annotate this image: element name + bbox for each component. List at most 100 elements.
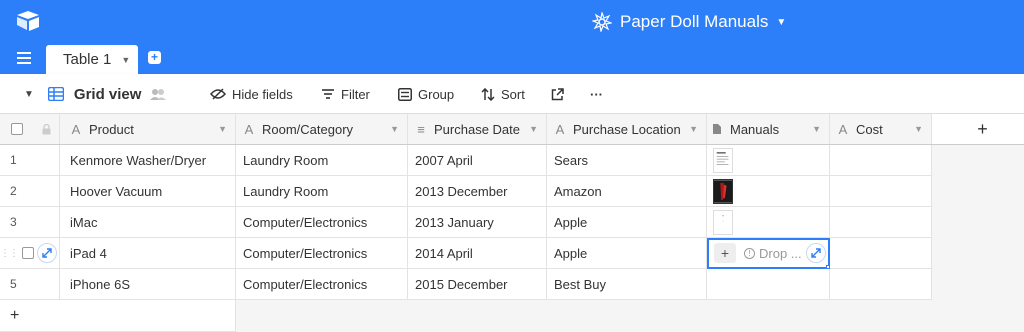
- cell-product[interactable]: Kenmore Washer/Dryer: [60, 145, 236, 176]
- cell-manuals[interactable]: [707, 207, 830, 238]
- long-text-field-icon: ≡: [417, 121, 425, 137]
- row-expand-cell[interactable]: [34, 207, 60, 238]
- cell-purchase-location[interactable]: Sears: [547, 145, 707, 176]
- expand-icon: [811, 248, 821, 258]
- tab-label: Table 1: [63, 51, 112, 68]
- row-number-cell[interactable]: 5: [0, 269, 34, 300]
- photo-thumbnail[interactable]: [713, 178, 733, 204]
- add-record-row[interactable]: +: [0, 300, 236, 332]
- column-header-manuals[interactable]: Manuals ▼: [707, 114, 830, 144]
- eye-slash-icon: [210, 88, 226, 100]
- column-header-room-category[interactable]: A Room/Category ▼: [236, 114, 408, 144]
- cell-manuals[interactable]: [707, 176, 830, 207]
- row-number: 3: [10, 215, 17, 229]
- chevron-down-icon[interactable]: ▼: [529, 124, 538, 134]
- airtable-logo-icon[interactable]: [16, 10, 40, 32]
- cell-room-category[interactable]: Computer/Electronics: [236, 269, 408, 300]
- cell-room-category[interactable]: Computer/Electronics: [236, 207, 408, 238]
- attachment-drop-zone[interactable]: + ! Drop ...: [711, 238, 829, 268]
- cell-purchase-date[interactable]: 2014 April: [408, 238, 547, 269]
- cell-purchase-date[interactable]: 2013 January: [408, 207, 547, 238]
- chevron-down-icon[interactable]: ▼: [121, 55, 130, 65]
- row-expand-cell[interactable]: [34, 269, 60, 300]
- drag-handle-icon[interactable]: ⋮⋮: [0, 248, 19, 259]
- row-number: 5: [10, 277, 17, 291]
- add-column-button[interactable]: +: [932, 114, 1024, 144]
- view-switcher-toggle[interactable]: ▼ Grid view: [24, 74, 173, 114]
- cell-purchase-date[interactable]: 2013 December: [408, 176, 547, 207]
- cell-product[interactable]: iPad 4: [60, 238, 236, 269]
- select-all-cell[interactable]: [0, 114, 34, 144]
- grid-view-icon: [47, 87, 64, 101]
- chevron-down-icon[interactable]: ▼: [218, 124, 227, 134]
- row-number: 2: [10, 184, 17, 198]
- cell-cost[interactable]: [830, 176, 932, 207]
- sort-label: Sort: [501, 86, 525, 102]
- cell-product[interactable]: iMac: [60, 207, 236, 238]
- triangle-down-icon: ▼: [24, 88, 34, 100]
- add-attachment-button[interactable]: +: [714, 243, 736, 263]
- row-expand-cell[interactable]: [34, 176, 60, 207]
- column-header-product[interactable]: A Product ▼: [60, 114, 236, 144]
- expand-record-button[interactable]: [36, 243, 57, 263]
- chevron-down-icon[interactable]: ▼: [812, 124, 821, 134]
- more-options-button[interactable]: ···: [590, 74, 603, 114]
- cell-purchase-location[interactable]: Amazon: [547, 176, 707, 207]
- cell-cost[interactable]: [830, 145, 932, 176]
- row-expand-cell[interactable]: [34, 145, 60, 176]
- row-expand-cell[interactable]: [34, 238, 60, 269]
- cell-room-category[interactable]: Laundry Room: [236, 145, 408, 176]
- sort-button[interactable]: Sort: [481, 74, 525, 114]
- add-record-button[interactable]: +: [0, 300, 236, 332]
- group-icon: [398, 87, 412, 101]
- collaborators-icon[interactable]: [149, 88, 167, 100]
- column-label: Purchase Date: [434, 121, 520, 137]
- select-all-checkbox[interactable]: [11, 123, 23, 135]
- row-number-cell[interactable]: 3: [0, 207, 34, 238]
- group-button[interactable]: Group: [398, 74, 454, 114]
- table-row[interactable]: 5 iPhone 6S Computer/Electronics 2015 De…: [0, 269, 932, 300]
- document-thumbnail[interactable]: [713, 147, 733, 173]
- cell-product[interactable]: Hoover Vacuum: [60, 176, 236, 207]
- row-number-cell[interactable]: 2: [0, 176, 34, 207]
- add-table-button[interactable]: +: [148, 51, 161, 64]
- table-row[interactable]: 1 Kenmore Washer/Dryer Laundry Room 2007…: [0, 145, 932, 176]
- base-title-button[interactable]: Paper Doll Manuals ▼: [592, 10, 786, 34]
- row-number-cell[interactable]: 1: [0, 145, 34, 176]
- menu-icon[interactable]: [17, 52, 31, 64]
- chevron-down-icon[interactable]: ▼: [390, 124, 399, 134]
- cell-cost[interactable]: [830, 238, 932, 269]
- filter-icon: [322, 89, 334, 99]
- chevron-down-icon[interactable]: ▼: [689, 124, 698, 134]
- cell-manuals[interactable]: [707, 145, 830, 176]
- cell-purchase-date[interactable]: 2007 April: [408, 145, 547, 176]
- table-row[interactable]: ⋮⋮ iPad 4 Computer/Electronics 2014 Apri…: [0, 238, 932, 269]
- cell-manuals-selected[interactable]: + ! Drop ...: [707, 238, 830, 269]
- cell-manuals[interactable]: [707, 269, 830, 300]
- blank-document-thumbnail[interactable]: [713, 209, 733, 235]
- column-header-purchase-date[interactable]: ≡ Purchase Date ▼: [408, 114, 547, 144]
- hide-fields-button[interactable]: Hide fields: [210, 74, 293, 114]
- cell-purchase-date[interactable]: 2015 December: [408, 269, 547, 300]
- row-checkbox[interactable]: [22, 247, 34, 259]
- table-row[interactable]: 2 Hoover Vacuum Laundry Room 2013 Decemb…: [0, 176, 932, 207]
- expand-cell-button[interactable]: [806, 243, 826, 263]
- group-label: Group: [418, 86, 455, 102]
- row-select-cell[interactable]: ⋮⋮: [0, 238, 34, 269]
- cell-purchase-location[interactable]: Apple: [547, 238, 707, 269]
- chevron-down-icon[interactable]: ▼: [914, 124, 923, 134]
- column-header-purchase-location[interactable]: A Purchase Location ▼: [547, 114, 707, 144]
- cell-cost[interactable]: [830, 269, 932, 300]
- column-header-cost[interactable]: A Cost ▼: [830, 114, 932, 144]
- cell-purchase-location[interactable]: Apple: [547, 207, 707, 238]
- filter-button[interactable]: Filter: [321, 74, 370, 114]
- cell-purchase-location[interactable]: Best Buy: [547, 269, 707, 300]
- share-view-button[interactable]: [551, 74, 570, 114]
- column-label: Room/Category: [262, 121, 354, 137]
- tab-table-1[interactable]: Table 1 ▼: [46, 45, 138, 74]
- cell-product[interactable]: iPhone 6S: [60, 269, 236, 300]
- cell-cost[interactable]: [830, 207, 932, 238]
- cell-room-category[interactable]: Computer/Electronics: [236, 238, 408, 269]
- cell-room-category[interactable]: Laundry Room: [236, 176, 408, 207]
- table-row[interactable]: 3 iMac Computer/Electronics 2013 January…: [0, 207, 932, 238]
